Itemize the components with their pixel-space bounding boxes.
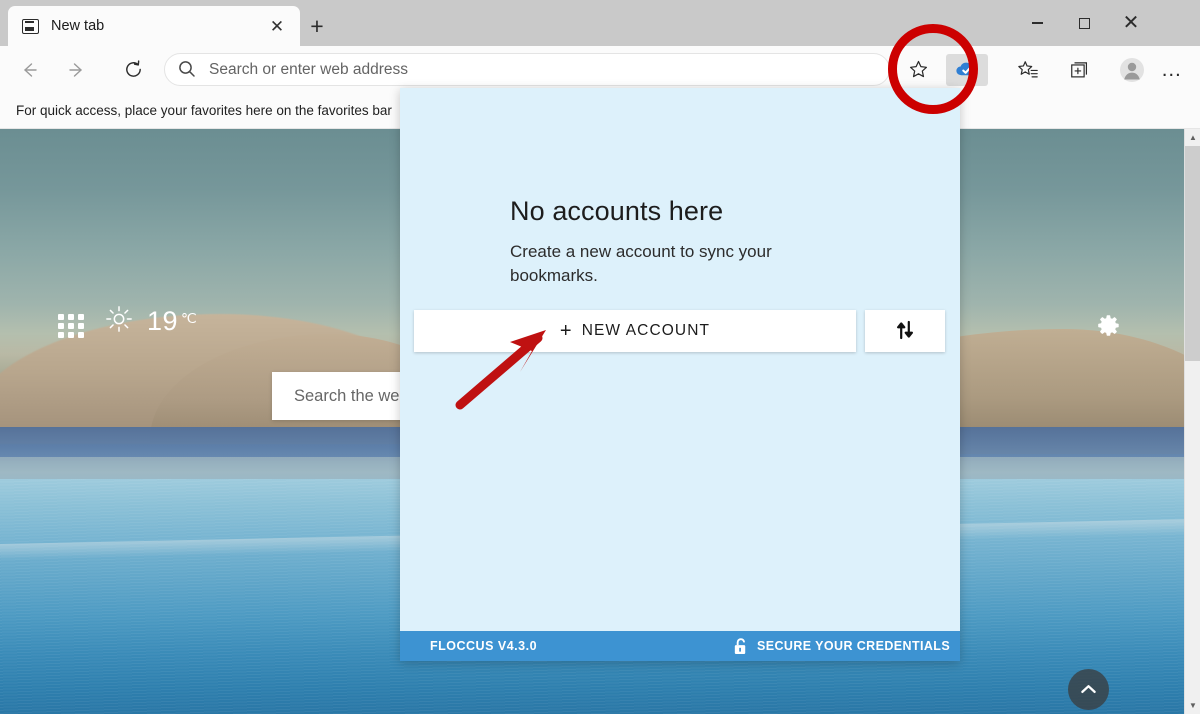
profile-avatar-icon[interactable] (1112, 50, 1152, 90)
scrollbar-thumb[interactable] (1185, 146, 1200, 361)
search-icon (177, 59, 199, 81)
app-grid-icon[interactable] (58, 314, 84, 338)
sync-now-button[interactable] (865, 310, 945, 353)
minimize-button[interactable] (1014, 0, 1060, 46)
refresh-icon[interactable] (114, 51, 152, 89)
close-window-button[interactable]: ✕ (1108, 0, 1154, 46)
collections-icon[interactable] (1060, 50, 1100, 90)
tab-title: New tab (51, 18, 105, 34)
scrollbar-up-arrow-icon[interactable]: ▲ (1185, 129, 1200, 146)
weather-unit: ℃ (181, 310, 197, 326)
browser-window: New tab ✕ + ✕ Search or enter web addres… (0, 0, 1200, 714)
floccus-popup-footer: FLOCCUS V4.3.0 SECURE YOUR CREDENTIALS (400, 631, 960, 661)
floccus-version-label: FLOCCUS V4.3.0 (430, 639, 538, 653)
vertical-scrollbar[interactable]: ▲ ▼ (1184, 129, 1200, 714)
close-tab-icon[interactable]: ✕ (264, 13, 290, 39)
sun-icon (105, 305, 133, 338)
weather-temperature: 19 (147, 306, 179, 336)
browser-tab[interactable]: New tab ✕ (8, 6, 300, 46)
gear-icon[interactable] (1094, 311, 1122, 339)
annotation-arrow (455, 330, 546, 410)
popup-description: Create a new account to sync your bookma… (510, 242, 772, 286)
weather-widget[interactable]: 19 ℃ (105, 305, 197, 338)
address-bar[interactable]: Search or enter web address (164, 53, 890, 86)
favorites-star-list-icon[interactable] (1008, 50, 1048, 90)
address-toolbar: Search or enter web address … (0, 46, 1200, 93)
tab-favicon-icon (22, 18, 39, 34)
sync-arrows-icon (894, 319, 916, 344)
maximize-button[interactable] (1061, 0, 1107, 46)
popup-heading: No accounts here (510, 196, 724, 226)
title-bar: New tab ✕ + ✕ (0, 0, 1200, 46)
address-bar-placeholder: Search or enter web address (209, 60, 409, 78)
search-input-placeholder: Search the web (294, 386, 409, 405)
scrollbar-down-arrow-icon[interactable]: ▼ (1185, 697, 1200, 714)
browser-settings-more-icon[interactable]: … (1152, 50, 1192, 90)
favorites-bar-hint: For quick access, place your favorites h… (16, 103, 392, 118)
secure-credentials-label: SECURE YOUR CREDENTIALS (757, 639, 951, 653)
annotation-circle-highlight (888, 24, 978, 114)
forward-arrow-icon[interactable] (58, 51, 96, 89)
unlocked-padlock-icon (732, 637, 749, 656)
new-tab-button[interactable]: + (302, 12, 332, 40)
secure-credentials-link[interactable]: SECURE YOUR CREDENTIALS (732, 637, 950, 656)
scroll-to-top-button[interactable] (1068, 669, 1109, 710)
back-arrow-icon[interactable] (10, 51, 48, 89)
